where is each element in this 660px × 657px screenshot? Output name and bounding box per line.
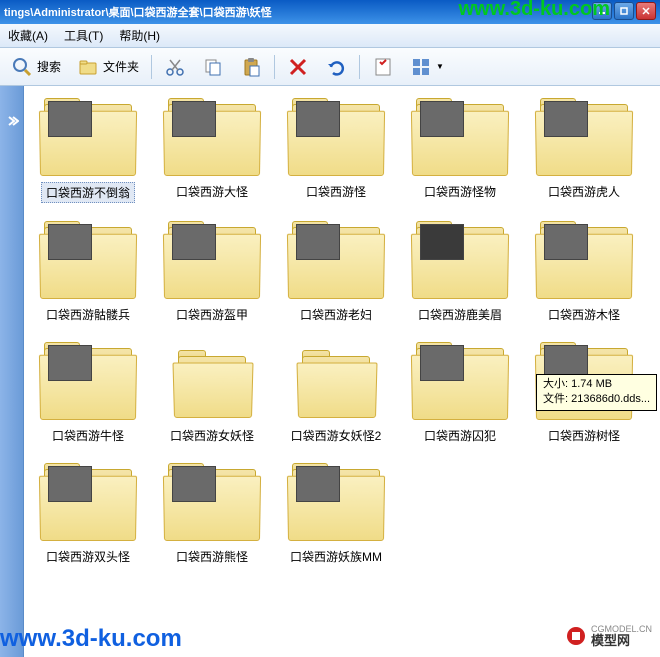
folder-item[interactable]: 口袋西游老妇 (276, 221, 396, 324)
watermark-bottom: www.3d-ku.com (0, 625, 182, 653)
undo-icon (325, 56, 347, 78)
folder-icon (40, 221, 136, 301)
cut-icon (164, 56, 186, 78)
folder-label: 口袋西游老妇 (296, 305, 376, 324)
folder-label: 口袋西游木怪 (544, 305, 624, 324)
folder-label: 口袋西游大怪 (172, 182, 252, 201)
folder-icon (288, 342, 384, 422)
search-button[interactable]: 搜索 (4, 52, 68, 82)
folder-label: 口袋西游女妖怪2 (287, 426, 386, 445)
folder-label: 口袋西游盔甲 (172, 305, 252, 324)
toolbar-separator (274, 55, 275, 79)
paste-icon (240, 56, 262, 78)
delete-button[interactable] (280, 52, 316, 82)
toolbar-separator (359, 55, 360, 79)
menubar: 收藏(A) 工具(T) 帮助(H) (0, 24, 660, 48)
search-label: 搜索 (37, 58, 61, 75)
folder-label: 口袋西游囚犯 (420, 426, 500, 445)
folder-item[interactable]: 口袋西游牛怪 (28, 342, 148, 445)
tooltip-size-value: 1.74 MB (571, 378, 612, 390)
folder-grid: 口袋西游不倒翁口袋西游大怪口袋西游怪口袋西游怪物口袋西游虎人口袋西游骷髅兵口袋西… (28, 98, 656, 566)
folder-label: 口袋西游不倒翁 (41, 182, 135, 203)
folder-label: 口袋西游牛怪 (48, 426, 128, 445)
folders-button[interactable]: 文件夹 (70, 52, 146, 82)
toolbar-separator (151, 55, 152, 79)
folder-item[interactable]: 口袋西游囚犯 (400, 342, 520, 445)
folder-icon (164, 463, 260, 543)
search-icon (11, 56, 33, 78)
folder-icon (412, 98, 508, 178)
cut-button[interactable] (157, 52, 193, 82)
folder-item[interactable]: 口袋西游女妖怪2 (276, 342, 396, 445)
folder-icon (40, 342, 136, 422)
paste-button[interactable] (233, 52, 269, 82)
folder-label: 口袋西游骷髅兵 (42, 305, 134, 324)
folder-icon (288, 463, 384, 543)
toolbar: 搜索 文件夹 ▼ (0, 48, 660, 86)
properties-button[interactable] (365, 52, 401, 82)
tooltip-file-label: 文件: (543, 393, 568, 405)
folders-icon (77, 56, 99, 78)
cgmodel-cn: 模型网 (591, 634, 652, 647)
folder-label: 口袋西游怪 (302, 182, 370, 201)
folder-icon (40, 463, 136, 543)
properties-icon (372, 56, 394, 78)
folder-item[interactable]: 口袋西游熊怪 (152, 463, 272, 566)
tooltip-file-value: 213686d0.dds... (571, 393, 650, 405)
window-path: tings\Administrator\桌面\口袋西游全套\口袋西游\妖怪 (4, 4, 272, 20)
folder-icon (40, 98, 136, 178)
folder-icon (412, 342, 508, 422)
folder-label: 口袋西游女妖怪 (166, 426, 258, 445)
folder-item[interactable]: 口袋西游盔甲 (152, 221, 272, 324)
tooltip-size-label: 大小: (543, 378, 568, 390)
folder-item[interactable]: 口袋西游怪物 (400, 98, 520, 203)
dropdown-icon: ▼ (436, 62, 444, 71)
folder-label: 口袋西游虎人 (544, 182, 624, 201)
folder-item[interactable]: 口袋西游虎人 (524, 98, 644, 203)
folder-item[interactable]: 口袋西游妖族MM (276, 463, 396, 566)
folder-item[interactable]: 口袋西游木怪 (524, 221, 644, 324)
folder-item[interactable]: 口袋西游鹿美眉 (400, 221, 520, 324)
main-area: 口袋西游不倒翁口袋西游大怪口袋西游怪口袋西游怪物口袋西游虎人口袋西游骷髅兵口袋西… (0, 86, 660, 657)
sidebar-panel (0, 86, 24, 657)
folder-item[interactable]: 口袋西游大怪 (152, 98, 272, 203)
delete-icon (287, 56, 309, 78)
maximize-button[interactable] (614, 2, 634, 20)
views-button[interactable]: ▼ (403, 52, 451, 82)
sidebar-expand-button[interactable] (4, 106, 20, 136)
folder-icon (536, 221, 632, 301)
folder-icon (536, 98, 632, 178)
folder-icon (164, 342, 260, 422)
folder-icon (164, 221, 260, 301)
copy-icon (202, 56, 224, 78)
folder-icon (288, 98, 384, 178)
menu-favorites[interactable]: 收藏(A) (8, 27, 48, 44)
undo-button[interactable] (318, 52, 354, 82)
watermark-cgmodel: CGMODEL.CN 模型网 (565, 625, 652, 647)
folder-label: 口袋西游树怪 (544, 426, 624, 445)
folder-item[interactable]: 口袋西游骷髅兵 (28, 221, 148, 324)
folder-label: 口袋西游双头怪 (42, 547, 134, 566)
folder-label: 口袋西游熊怪 (172, 547, 252, 566)
folder-icon (164, 98, 260, 178)
folder-label: 口袋西游妖族MM (286, 547, 386, 566)
folder-icon (288, 221, 384, 301)
folder-icon (412, 221, 508, 301)
folder-item[interactable]: 口袋西游女妖怪 (152, 342, 272, 445)
folder-label: 口袋西游鹿美眉 (414, 305, 506, 324)
folder-tooltip: 大小: 1.74 MB 文件: 213686d0.dds... (536, 374, 657, 411)
close-button[interactable] (636, 2, 656, 20)
menu-tools[interactable]: 工具(T) (64, 27, 103, 44)
menu-help[interactable]: 帮助(H) (119, 27, 160, 44)
folder-item[interactable]: 口袋西游不倒翁 (28, 98, 148, 203)
watermark-top: www.3d-ku.com (458, 0, 610, 21)
folder-item[interactable]: 口袋西游怪 (276, 98, 396, 203)
folders-label: 文件夹 (103, 58, 139, 75)
cgmodel-logo-icon (565, 625, 587, 647)
copy-button[interactable] (195, 52, 231, 82)
folder-label: 口袋西游怪物 (420, 182, 500, 201)
views-icon (410, 56, 432, 78)
folder-item[interactable]: 口袋西游双头怪 (28, 463, 148, 566)
folder-content[interactable]: 口袋西游不倒翁口袋西游大怪口袋西游怪口袋西游怪物口袋西游虎人口袋西游骷髅兵口袋西… (24, 86, 660, 657)
